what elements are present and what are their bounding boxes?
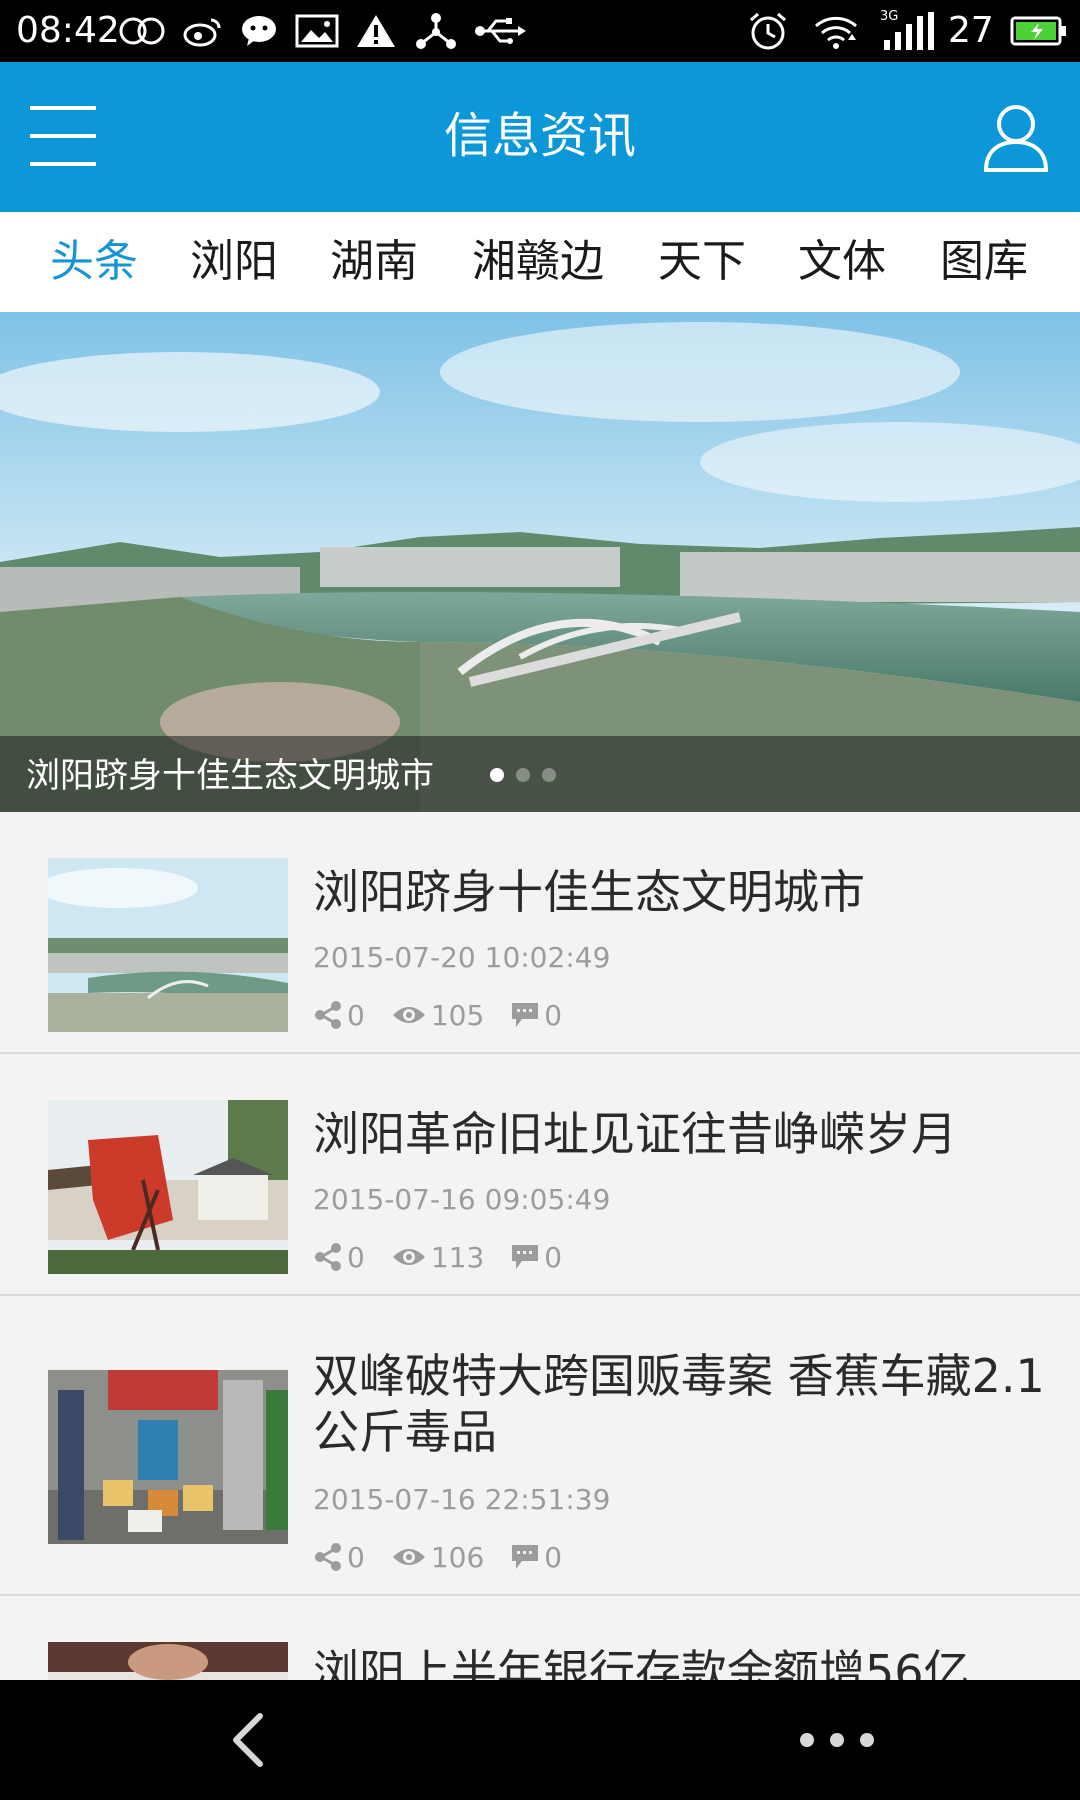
news-thumbnail	[48, 1100, 288, 1274]
tab-tianxia[interactable]: 天下	[658, 236, 746, 288]
banner-caption: 浏阳跻身十佳生态文明城市	[26, 756, 434, 796]
comment-icon	[512, 1003, 539, 1027]
carousel-dot[interactable]	[542, 768, 556, 782]
news-title: 浏阳跻身十佳生态文明城市	[313, 865, 865, 919]
news-item[interactable]: 双峰破特大跨国贩毒案 香蕉车藏2.1公斤毒品 2015-07-16 22:51:…	[0, 1296, 1080, 1596]
share-stat[interactable]: 0	[313, 999, 365, 1032]
view-count: 105	[430, 998, 485, 1032]
view-stat: 113	[391, 1241, 484, 1274]
user-icon[interactable]	[982, 102, 1050, 174]
comment-icon	[512, 1545, 539, 1569]
news-date: 2015-07-16 09:05:49	[313, 1183, 611, 1216]
news-title: 浏阳上半年银行存款余额增56亿	[313, 1645, 970, 1680]
infinity-icon	[118, 10, 166, 52]
eye-icon	[392, 1007, 425, 1023]
view-stat: 105	[391, 999, 484, 1032]
wifi-icon	[812, 10, 860, 52]
share-count: 0	[347, 998, 365, 1032]
news-stats: 0 105 0	[313, 998, 588, 1032]
share-count: 0	[347, 1240, 365, 1274]
news-item[interactable]: 浏阳跻身十佳生态文明城市 2015-07-20 10:02:49 0 105 0	[0, 812, 1080, 1054]
share-count: 0	[347, 1540, 365, 1574]
news-stats: 0 106 0	[313, 1540, 588, 1574]
share-stat[interactable]: 0	[313, 1541, 365, 1574]
tab-liuyang[interactable]: 浏阳	[190, 236, 278, 288]
carousel-dot[interactable]	[516, 768, 530, 782]
category-tabs: 头条 浏阳 湖南 湘赣边 天下 文体 图库	[0, 212, 1080, 312]
eye-icon	[392, 1249, 425, 1265]
share-icon	[315, 1543, 341, 1571]
news-date: 2015-07-16 22:51:39	[313, 1483, 611, 1516]
tab-toutiao[interactable]: 头条	[50, 236, 138, 288]
tab-hunan[interactable]: 湖南	[330, 236, 418, 288]
comment-stat[interactable]: 0	[510, 1541, 562, 1574]
status-time: 08:42	[16, 10, 120, 51]
network-type-label: 3G	[880, 9, 899, 24]
tab-xiangganbian[interactable]: 湘赣边	[472, 236, 604, 288]
status-bar: 08:42 3G 27	[0, 0, 1080, 62]
news-title: 浏阳革命旧址见证往昔峥嵘岁月	[313, 1107, 957, 1161]
usb-icon	[474, 10, 526, 52]
news-thumbnail	[48, 1370, 288, 1544]
share-stat[interactable]: 0	[313, 1241, 365, 1274]
carousel-dot-active[interactable]	[490, 768, 504, 782]
comment-stat[interactable]: 0	[510, 999, 562, 1032]
news-list: 浏阳跻身十佳生态文明城市 2015-07-20 10:02:49 0 105 0	[0, 812, 1080, 1680]
page-title: 信息资讯	[443, 108, 636, 164]
eye-icon	[392, 1549, 425, 1565]
news-item[interactable]: 浏阳上半年银行存款余额增56亿	[0, 1596, 1080, 1680]
news-thumbnail	[48, 858, 288, 1032]
signal-icon: 3G	[878, 10, 936, 52]
warning-icon	[354, 10, 398, 52]
share-icon	[315, 1001, 341, 1029]
navigation-bar	[0, 1680, 1080, 1800]
news-stats: 0 113 0	[313, 1240, 588, 1274]
news-date: 2015-07-20 10:02:49	[313, 941, 611, 974]
view-count: 106	[430, 1540, 485, 1574]
image-icon	[294, 10, 340, 52]
comment-count: 0	[544, 998, 563, 1032]
view-stat: 106	[391, 1541, 484, 1574]
comment-count: 0	[544, 1240, 563, 1274]
battery-charging-icon	[1010, 10, 1068, 52]
app-bar: 信息资讯	[0, 62, 1080, 212]
wechat-icon	[238, 10, 280, 52]
view-count: 113	[430, 1240, 485, 1274]
back-chevron-icon[interactable]	[220, 1710, 280, 1770]
tab-wenti[interactable]: 文体	[798, 236, 886, 288]
status-number: 27	[948, 10, 994, 51]
news-thumbnail	[48, 1642, 288, 1680]
news-title: 双峰破特大跨国贩毒案 香蕉车藏2.1公斤毒品	[313, 1349, 1045, 1459]
comment-icon	[512, 1245, 539, 1269]
comment-count: 0	[544, 1540, 563, 1574]
comment-stat[interactable]: 0	[510, 1241, 562, 1274]
headline-banner[interactable]: 浏阳跻身十佳生态文明城市	[0, 312, 1080, 812]
more-dots-icon[interactable]	[800, 1720, 874, 1760]
share-icon	[315, 1243, 341, 1271]
news-item[interactable]: 浏阳革命旧址见证往昔峥嵘岁月 2015-07-16 09:05:49 0 113…	[0, 1054, 1080, 1296]
alarm-icon	[746, 10, 790, 52]
weibo-icon	[182, 10, 224, 52]
tab-tuku[interactable]: 图库	[940, 236, 1028, 288]
share-network-icon	[414, 10, 458, 52]
